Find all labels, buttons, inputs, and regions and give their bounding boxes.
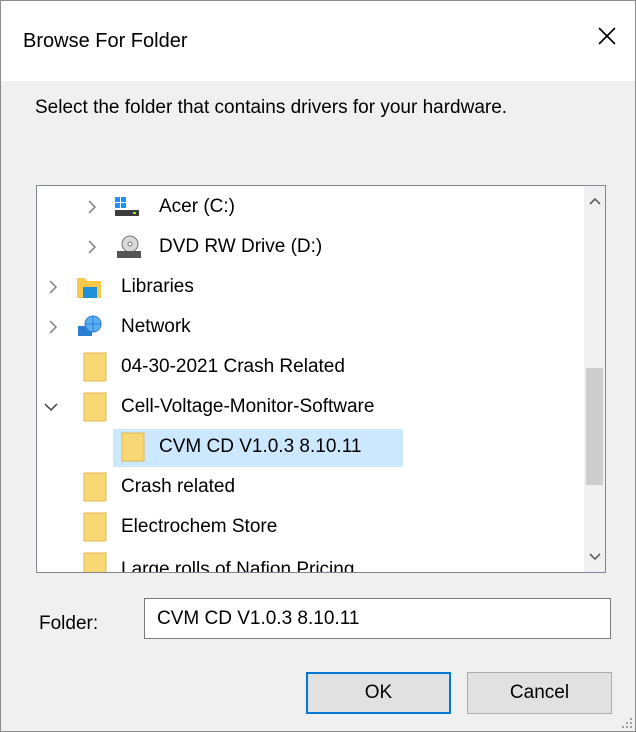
tree-item-label: Cell-Voltage-Monitor-Software [121, 396, 375, 417]
tree-item-label: Network [121, 316, 191, 337]
tree-item-cell-voltage-monitor-software[interactable]: Cell-Voltage-Monitor-Software [37, 389, 583, 425]
drive-icon [113, 193, 141, 221]
dvd-drive-icon [115, 233, 143, 261]
browse-for-folder-dialog: Browse For Folder Select the folder that… [0, 0, 636, 732]
libraries-icon [75, 273, 103, 301]
folder-icon [81, 472, 109, 502]
tree-item-cvm-cd[interactable]: CVM CD V1.0.3 8.10.11 [37, 429, 583, 467]
close-icon [598, 27, 616, 45]
title-bar: Browse For Folder [1, 1, 635, 81]
cancel-button[interactable]: Cancel [467, 672, 612, 714]
scrollbar-thumb[interactable] [586, 368, 603, 485]
tree-item-electrochem-store[interactable]: Electrochem Store [37, 509, 583, 545]
scroll-down-button[interactable] [584, 542, 605, 572]
folder-icon [81, 352, 109, 382]
chevron-down-icon[interactable] [42, 398, 60, 416]
chevron-down-icon [588, 553, 601, 561]
close-button[interactable] [579, 7, 635, 65]
chevron-right-icon[interactable] [83, 238, 101, 256]
tree-item-04-30-2021-crash-related[interactable]: 04-30-2021 Crash Related [37, 349, 583, 385]
chevron-up-icon [588, 197, 601, 205]
tree-item-large-rolls-of-nafion-pricing[interactable]: Large rolls of Nafion Pricing [37, 549, 583, 572]
tree-item-label: DVD RW Drive (D:) [159, 236, 323, 257]
tree-item-label: Large rolls of Nafion Pricing [121, 559, 355, 572]
tree-item-label: Electrochem Store [121, 516, 278, 537]
instructions-text: Select the folder that contains drivers … [35, 97, 508, 118]
folder-input[interactable] [144, 598, 611, 639]
folder-icon [119, 432, 147, 462]
tree-item-label: Libraries [121, 276, 194, 297]
tree-item-label: CVM CD V1.0.3 8.10.11 [159, 436, 362, 457]
tree-item-dvd-rw-drive[interactable]: DVD RW Drive (D:) [37, 229, 583, 265]
chevron-right-icon[interactable] [44, 318, 62, 336]
network-icon [75, 313, 103, 341]
tree-item-libraries[interactable]: Libraries [37, 269, 583, 305]
folder-label: Folder: [39, 613, 99, 634]
folder-icon [81, 512, 109, 542]
vertical-scrollbar[interactable] [584, 186, 605, 572]
tree-item-label: Crash related [121, 476, 236, 497]
chevron-right-icon[interactable] [83, 198, 101, 216]
folder-tree-list: Acer (C:) DVD RW Drive (D:) Libraries Ne… [37, 186, 583, 572]
ok-button[interactable]: OK [306, 672, 451, 714]
folder-icon [81, 552, 109, 572]
scroll-up-button[interactable] [584, 186, 605, 216]
folder-tree[interactable]: Acer (C:) DVD RW Drive (D:) Libraries Ne… [36, 185, 606, 573]
tree-item-label: Acer (C:) [159, 196, 235, 217]
tree-item-network[interactable]: Network [37, 309, 583, 345]
window-title: Browse For Folder [23, 30, 188, 52]
resize-grip-icon[interactable] [619, 715, 633, 729]
tree-item-crash-related[interactable]: Crash related [37, 469, 583, 505]
chevron-right-icon[interactable] [44, 278, 62, 296]
folder-icon [81, 392, 109, 422]
tree-item-acer-c[interactable]: Acer (C:) [37, 189, 583, 225]
tree-item-label: 04-30-2021 Crash Related [121, 356, 345, 377]
